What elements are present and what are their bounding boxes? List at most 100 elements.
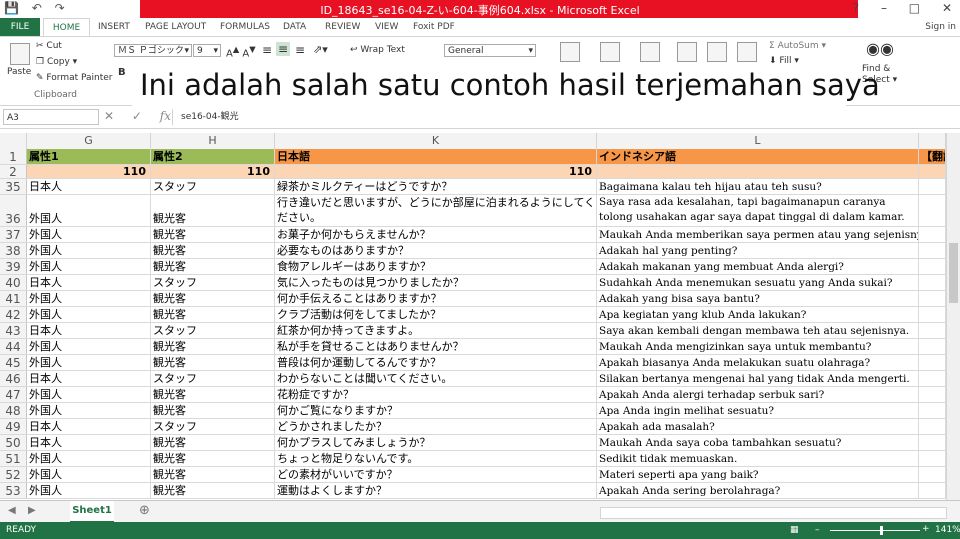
normal-view-icon[interactable]: ▦ (790, 525, 799, 535)
row-header[interactable]: 51 (0, 451, 27, 466)
cell[interactable]: 外国人 (27, 243, 151, 258)
cell[interactable]: 外国人 (27, 387, 151, 402)
cell[interactable]: Adakah hal yang penting? (597, 243, 919, 258)
cell[interactable]: Saya akan kembali dengan membawa teh ata… (597, 323, 919, 338)
cell[interactable]: 観光客 (151, 387, 275, 402)
add-sheet-icon[interactable]: ⊕ (139, 503, 150, 518)
cell-styles-icon[interactable] (640, 42, 660, 62)
tab-home[interactable]: HOME (43, 18, 90, 37)
row-header[interactable]: 49 (0, 419, 27, 434)
conditional-formatting-icon[interactable] (560, 42, 580, 62)
cell[interactable]: 110 (27, 165, 151, 178)
cell[interactable]: Bagaimana kalau teh hijau atau teh susu? (597, 179, 919, 194)
cell[interactable] (919, 371, 946, 386)
sheet-tab-sheet1[interactable]: Sheet1 (70, 501, 114, 523)
format-painter-button[interactable]: ✎ Format Painter (36, 73, 113, 83)
font-size-select[interactable]: 9 ▾ (193, 44, 221, 57)
cell[interactable]: お菓子か何かもらえませんか？ (275, 227, 597, 242)
format-cells-icon[interactable] (737, 42, 757, 62)
close-icon[interactable]: ✕ (942, 1, 952, 15)
row-header[interactable]: 46 (0, 371, 27, 386)
binoculars-icon[interactable]: ◉◉ (866, 39, 894, 58)
row-header[interactable]: 48 (0, 403, 27, 418)
cell[interactable]: 外国人 (27, 259, 151, 274)
row-header[interactable]: 37 (0, 227, 27, 242)
cell[interactable]: 日本人 (27, 179, 151, 194)
cell[interactable]: 観光客 (151, 243, 275, 258)
cell[interactable] (919, 467, 946, 482)
cell[interactable] (597, 165, 919, 178)
enter-icon[interactable]: ✓ (132, 109, 142, 123)
tab-foxit-pdf[interactable]: Foxit PDF (413, 18, 455, 36)
font-name-select[interactable]: ＭＳ Ｐゴシック ▾ (114, 44, 192, 57)
cell[interactable] (919, 307, 946, 322)
cell[interactable]: 日本人 (27, 419, 151, 434)
cell[interactable] (919, 387, 946, 402)
cell[interactable]: Maukah Anda memberikan saya permen atau … (597, 227, 919, 242)
format-as-table-icon[interactable] (600, 42, 620, 62)
cell[interactable]: 観光客 (151, 259, 275, 274)
row-header[interactable]: 45 (0, 355, 27, 370)
cell[interactable]: 私が手を貸せることはありませんか？ (275, 339, 597, 354)
cell[interactable]: 外国人 (27, 307, 151, 322)
cell[interactable]: Apakah Anda sering berolahraga? (597, 483, 919, 498)
cell[interactable]: 観光客 (151, 291, 275, 306)
align-right-icon[interactable]: ≡ (295, 43, 305, 57)
cell[interactable]: Sudahkah Anda menemukan sesuatu yang And… (597, 275, 919, 290)
column-header-g[interactable]: G (27, 133, 151, 149)
cell[interactable]: 食物アレルギーはありますか？ (275, 259, 597, 274)
cell[interactable] (919, 275, 946, 290)
cell[interactable]: 日本人 (27, 435, 151, 450)
cell[interactable]: 観光客 (151, 227, 275, 242)
cell[interactable]: 何か手伝えることはありますか？ (275, 291, 597, 306)
delete-cells-icon[interactable] (707, 42, 727, 62)
cell[interactable]: 観光客 (151, 307, 275, 322)
paste-icon[interactable] (10, 43, 30, 65)
formula-input[interactable]: se16-04-観光 (172, 109, 951, 125)
restore-icon[interactable]: □ (909, 1, 920, 15)
cell[interactable]: スタッフ (151, 275, 275, 290)
cell[interactable]: 花粉症ですか？ (275, 387, 597, 402)
tab-view[interactable]: VIEW (375, 18, 398, 36)
cell[interactable] (919, 291, 946, 306)
sheet-prev-icon[interactable]: ◀ (8, 505, 16, 516)
cell[interactable] (919, 435, 946, 450)
row-header[interactable]: 43 (0, 323, 27, 338)
tab-formulas[interactable]: FORMULAS (220, 18, 270, 36)
row-header[interactable]: 41 (0, 291, 27, 306)
cell[interactable]: スタッフ (151, 371, 275, 386)
zoom-out-icon[interactable]: – (815, 525, 820, 535)
column-header-l[interactable]: L (597, 133, 919, 149)
cell[interactable]: わからないことは聞いてください。 (275, 371, 597, 386)
align-left-icon[interactable]: ≡ (262, 43, 272, 57)
cell[interactable]: Apa Anda ingin melihat sesuatu? (597, 403, 919, 418)
cell[interactable]: 属性2 (151, 149, 275, 164)
cell[interactable]: 観光客 (151, 467, 275, 482)
row-header[interactable]: 2 (0, 165, 27, 178)
cell[interactable] (919, 451, 946, 466)
cell[interactable]: 運動はよくしますか？ (275, 483, 597, 498)
column-header-h[interactable]: H (151, 133, 275, 149)
cell[interactable] (919, 259, 946, 274)
cell[interactable]: 観光客 (151, 451, 275, 466)
cancel-icon[interactable]: ✕ (104, 109, 114, 123)
zoom-slider-thumb[interactable] (880, 526, 883, 535)
row-header[interactable]: 36 (0, 195, 27, 226)
cell[interactable]: 観光客 (151, 403, 275, 418)
cell[interactable]: 日本人 (27, 275, 151, 290)
orientation-icon[interactable]: ⇗▾ (313, 43, 328, 56)
row-header[interactable]: 47 (0, 387, 27, 402)
cell[interactable]: Maukah Anda saya coba tambahkan sesuatu? (597, 435, 919, 450)
sign-in-link[interactable]: Sign in (925, 18, 956, 36)
cell[interactable] (919, 179, 946, 194)
cell[interactable] (919, 243, 946, 258)
cell[interactable]: ちょっと物足りないんです。 (275, 451, 597, 466)
row-header[interactable]: 53 (0, 483, 27, 498)
cell[interactable] (919, 195, 946, 226)
row-header[interactable]: 40 (0, 275, 27, 290)
cell[interactable]: Adakah yang bisa saya bantu? (597, 291, 919, 306)
help-icon[interactable]: ? (853, 1, 859, 15)
cell[interactable]: スタッフ (151, 323, 275, 338)
cut-button[interactable]: ✂ Cut (36, 41, 62, 51)
autosum-button[interactable]: Σ AutoSum ▾ (769, 41, 826, 51)
